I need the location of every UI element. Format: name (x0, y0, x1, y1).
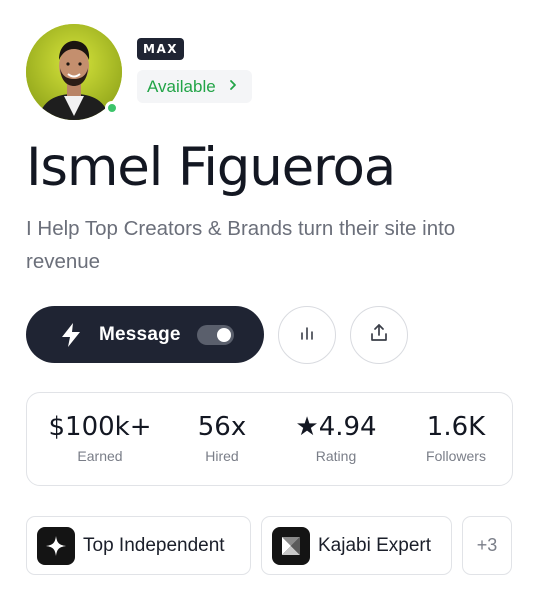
message-button[interactable]: Message (26, 306, 264, 363)
stat-label: Earned (77, 448, 123, 464)
share-button[interactable] (350, 306, 408, 364)
stat-value: 56x (197, 412, 247, 442)
stat-rating: ★4.94 Rating (295, 411, 376, 464)
more-badges-button[interactable]: +3 (462, 516, 512, 575)
stat-earned: $100k+ Earned (48, 411, 151, 464)
stat-label: Hired (205, 448, 239, 464)
stat-value: $100k+ (48, 412, 152, 442)
badge-top-independent[interactable]: Top Independent (26, 516, 251, 575)
more-badges-label: +3 (476, 535, 498, 555)
chevron-right-icon (228, 78, 238, 96)
stat-value: 1.6K (426, 412, 486, 442)
stats-card: $100k+ Earned 56x Hired ★4.94 Rating 1.6… (26, 392, 513, 486)
stats-button[interactable] (278, 306, 336, 364)
stat-label: Rating (315, 448, 357, 464)
lightning-bolt-icon (60, 322, 82, 348)
stat-label: Followers (426, 448, 486, 464)
stat-followers: 1.6K Followers (426, 411, 486, 464)
online-status-dot (105, 101, 119, 115)
kajabi-logo-icon (272, 526, 310, 565)
badge-label: Top Independent (83, 534, 225, 556)
badge-kajabi-expert[interactable]: Kajabi Expert (261, 516, 452, 575)
message-toggle[interactable] (196, 324, 234, 345)
avatar-container[interactable] (26, 24, 122, 120)
share-icon (369, 323, 389, 348)
stat-hired: 56x Hired (198, 411, 246, 464)
sparkle-icon (37, 526, 75, 565)
bar-chart-icon (298, 324, 316, 347)
availability-label: Available (147, 76, 216, 96)
stat-value: ★4.94 (295, 412, 377, 442)
profile-tagline: I Help Top Creators & Brands turn their … (26, 217, 456, 273)
toggle-knob (216, 327, 231, 342)
message-label: Message (99, 323, 181, 345)
tier-badge: MAX (137, 38, 184, 60)
profile-name: Ismel Figueroa (26, 137, 396, 198)
availability-button[interactable]: Available (137, 70, 252, 103)
badge-label: Kajabi Expert (318, 534, 432, 556)
